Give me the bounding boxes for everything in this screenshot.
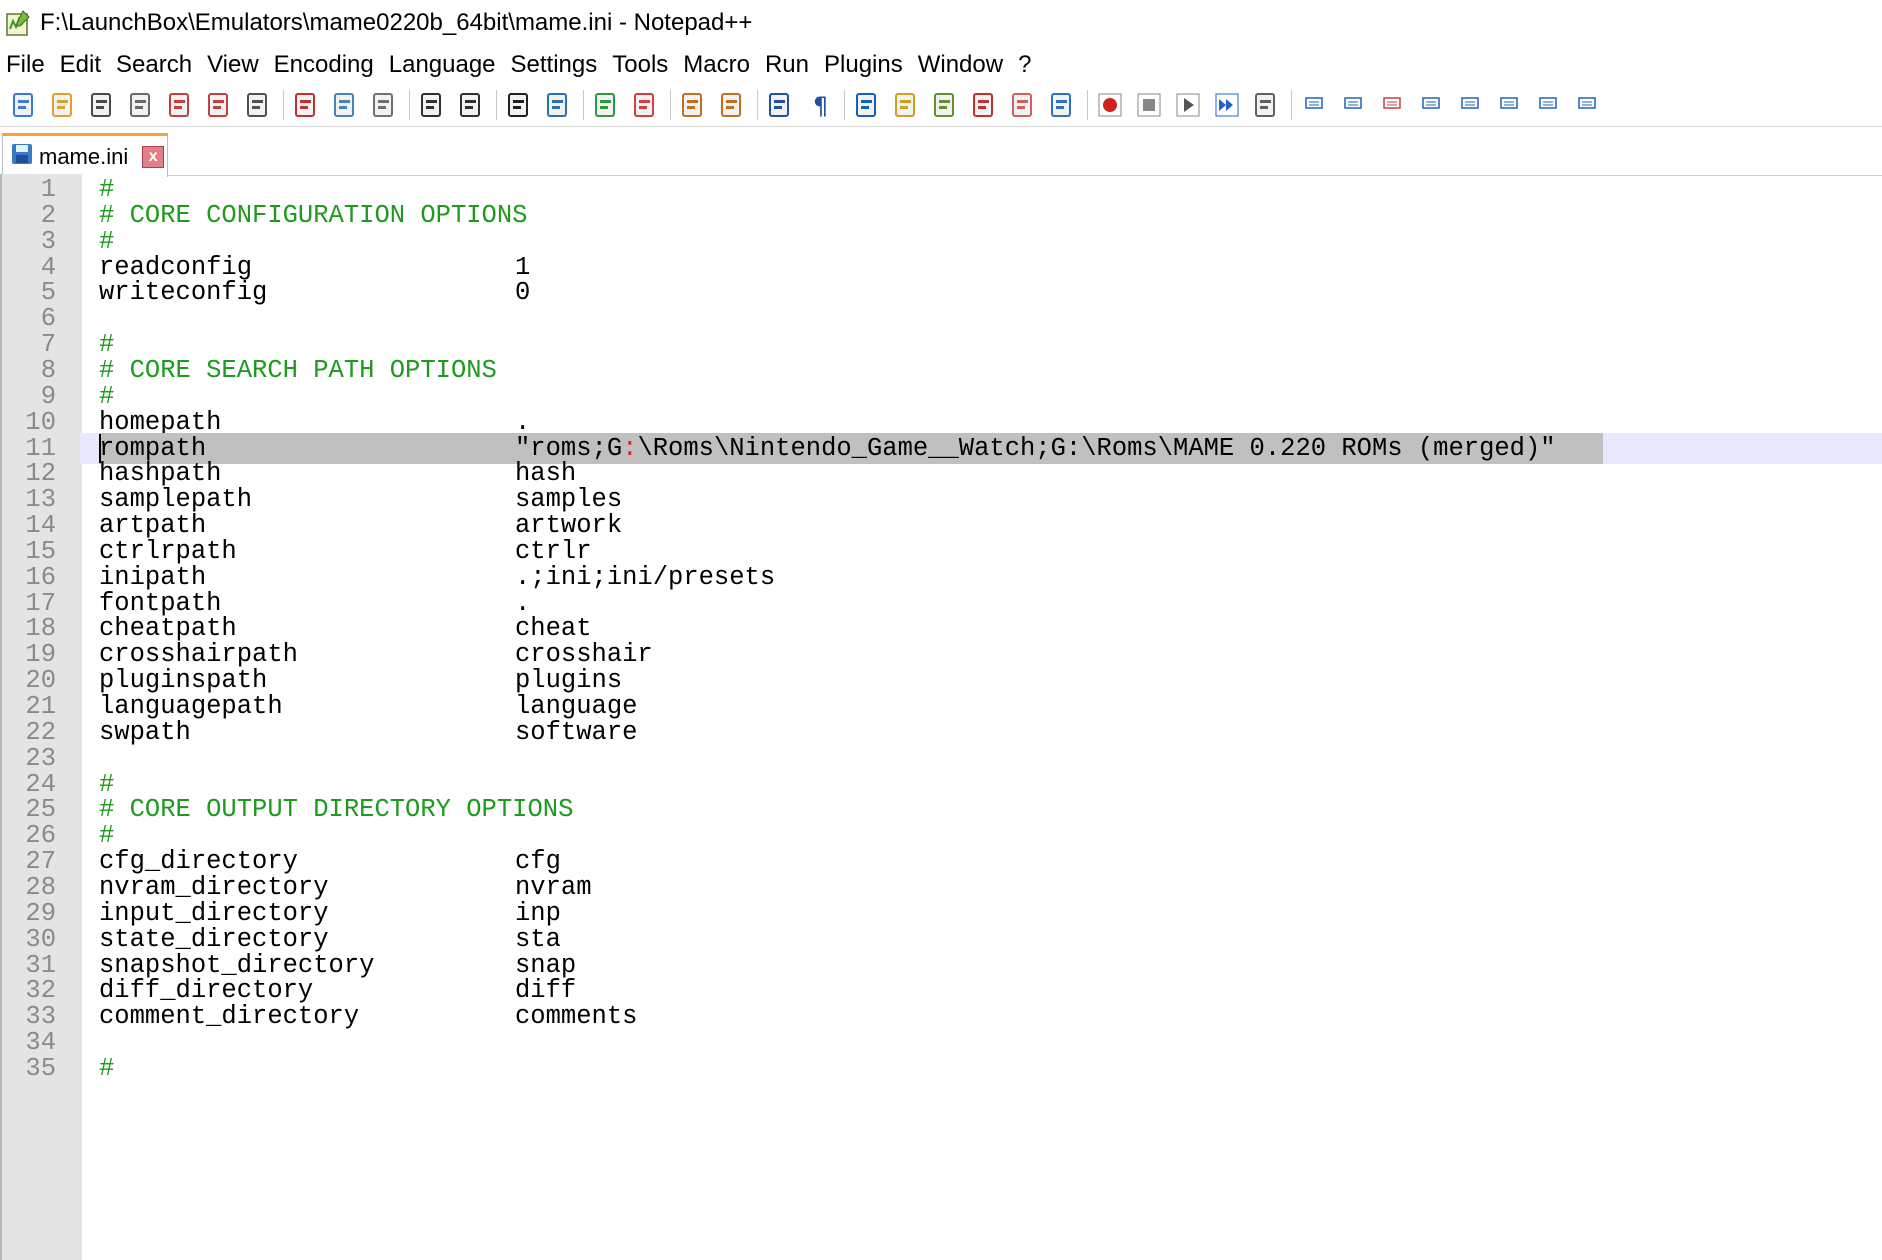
word-wrap-icon[interactable] xyxy=(764,89,796,121)
toolbar-separator xyxy=(1087,90,1088,120)
menu-settings[interactable]: Settings xyxy=(511,51,598,79)
lang-udl-icon[interactable] xyxy=(968,89,1000,121)
plugin-up-icon[interactable] xyxy=(1454,89,1486,121)
toolbar-separator xyxy=(409,90,410,120)
monitoring-icon[interactable] xyxy=(1046,89,1078,121)
save-macro-icon[interactable] xyxy=(1250,89,1282,121)
save-icon[interactable] xyxy=(86,89,118,121)
sync-horizontal-icon[interactable] xyxy=(716,89,748,121)
menu-language[interactable]: Language xyxy=(389,51,496,79)
line-number: 35 xyxy=(25,1053,56,1083)
plugin-2-icon[interactable] xyxy=(1337,89,1369,121)
plugin-3-icon[interactable] xyxy=(1376,89,1408,121)
run-multiple-macro-icon[interactable] xyxy=(1211,89,1243,121)
toolbar-separator xyxy=(844,90,845,120)
tab-mame-ini[interactable]: mame.ini x xyxy=(2,133,168,177)
menu-search[interactable]: Search xyxy=(116,51,192,79)
menu-run[interactable]: Run xyxy=(765,51,809,79)
menu-encoding[interactable]: Encoding xyxy=(274,51,374,79)
folder-workspace-icon[interactable] xyxy=(1007,89,1039,121)
record-macro-icon[interactable] xyxy=(1094,89,1126,121)
undo-icon[interactable] xyxy=(416,89,448,121)
notepad-plus-plus-icon xyxy=(4,9,32,37)
title-bar: F:\LaunchBox\Emulators\mame0220b_64bit\m… xyxy=(0,0,1882,46)
paste-icon[interactable] xyxy=(368,89,400,121)
menu-macro[interactable]: Macro xyxy=(683,51,750,79)
close-tab-button[interactable]: x xyxy=(142,145,165,168)
open-file-icon[interactable] xyxy=(47,89,79,121)
menu-bar: File Edit Search View Encoding Language Settin… xyxy=(0,46,1882,84)
tab-label: mame.ini xyxy=(39,143,129,169)
window-title: F:\LaunchBox\Emulators\mame0220b_64bit\m… xyxy=(40,9,753,36)
print-icon[interactable] xyxy=(242,89,274,121)
replace-icon[interactable] xyxy=(542,89,574,121)
tab-bar: mame.ini x xyxy=(0,127,1882,177)
toolbar-separator xyxy=(583,90,584,120)
toolbar-separator xyxy=(283,90,284,120)
indent-guide-icon[interactable] xyxy=(851,89,883,121)
menu-plugins[interactable]: Plugins xyxy=(824,51,903,79)
plugin-4-icon[interactable] xyxy=(1415,89,1447,121)
plugin-8-icon[interactable] xyxy=(1571,89,1603,121)
editor-line[interactable]: 35 # xyxy=(0,1053,1882,1084)
sync-vertical-icon[interactable] xyxy=(677,89,709,121)
toolbar-separator xyxy=(1291,90,1292,120)
function-list-icon[interactable] xyxy=(929,89,961,121)
text-editor[interactable]: 1 #2 # CORE CONFIGURATION OPTIONS 3 #4 readco… xyxy=(0,174,1882,1260)
menu-file[interactable]: File xyxy=(6,51,45,79)
plugin-7-icon[interactable] xyxy=(1532,89,1564,121)
close-icon[interactable] xyxy=(164,89,196,121)
copy-icon[interactable] xyxy=(329,89,361,121)
file-saved-icon xyxy=(11,143,33,171)
close-all-icon[interactable] xyxy=(203,89,235,121)
cut-icon[interactable] xyxy=(290,89,322,121)
toolbar-separator xyxy=(757,90,758,120)
zoom-out-icon[interactable] xyxy=(629,89,661,121)
menu-help[interactable]: ? xyxy=(1018,51,1031,79)
toolbar-separator xyxy=(670,90,671,120)
plugin-1-icon[interactable] xyxy=(1298,89,1330,121)
new-file-icon[interactable] xyxy=(8,89,40,121)
stop-macro-icon[interactable] xyxy=(1133,89,1165,121)
redo-icon[interactable] xyxy=(455,89,487,121)
document-map-icon[interactable] xyxy=(890,89,922,121)
play-macro-icon[interactable] xyxy=(1172,89,1204,121)
comment-text: # xyxy=(99,1053,115,1083)
svg-text:¶: ¶ xyxy=(813,92,828,118)
menu-window[interactable]: Window xyxy=(918,51,1003,79)
zoom-in-icon[interactable] xyxy=(590,89,622,121)
find-icon[interactable] xyxy=(503,89,535,121)
plugin-down-icon[interactable] xyxy=(1493,89,1525,121)
menu-tools[interactable]: Tools xyxy=(612,51,668,79)
save-all-icon[interactable] xyxy=(125,89,157,121)
toolbar: ¶ xyxy=(0,84,1882,127)
toolbar-separator xyxy=(496,90,497,120)
menu-view[interactable]: View xyxy=(207,51,259,79)
show-all-chars-icon[interactable]: ¶ xyxy=(803,89,835,121)
menu-edit[interactable]: Edit xyxy=(60,51,101,79)
